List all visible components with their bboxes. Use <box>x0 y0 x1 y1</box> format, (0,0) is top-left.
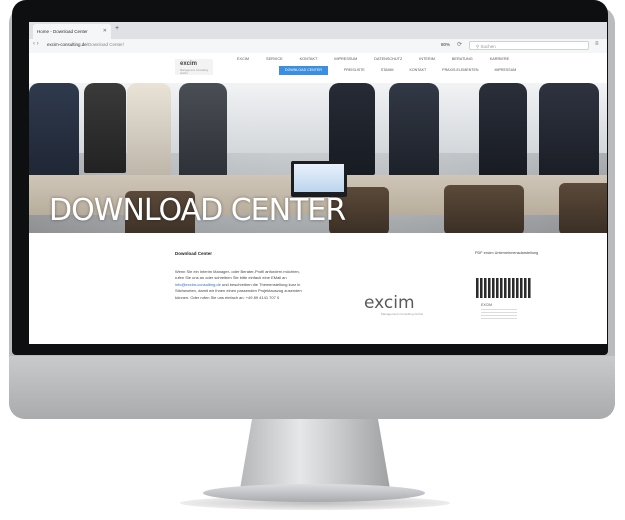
tab-title: Home - Download Center <box>37 29 88 34</box>
hero-laptop <box>291 161 347 197</box>
browser-tab[interactable]: Home - Download Center ✕ <box>33 24 111 39</box>
page-title: Download Center <box>175 251 213 256</box>
excim-logo: excim <box>364 293 415 313</box>
plus-icon[interactable]: + <box>115 25 119 32</box>
hero-chair <box>559 183 607 233</box>
nav-item[interactable]: BERATUNG <box>452 57 473 61</box>
url-field[interactable]: excim-consulting.de/Download Center/ <box>47 42 124 47</box>
subnav-item[interactable]: KONTAKT <box>409 66 426 75</box>
search-input[interactable]: ⚲ Suchen <box>469 41 589 50</box>
hero-person <box>389 83 439 183</box>
hero-person <box>29 83 79 183</box>
pdf-thumbnail[interactable] <box>476 278 532 298</box>
menu-icon[interactable]: ≡ <box>595 41 599 47</box>
monitor-stand-neck <box>240 419 390 489</box>
back-icon[interactable]: ‹ › <box>33 41 39 47</box>
pdf-caption: EXCIM <box>481 303 493 307</box>
nav-item[interactable]: DATENSCHUTZ <box>374 57 402 61</box>
hero-person <box>84 83 126 173</box>
top-navigation: EXCIM SERVICE KONTAKT IMPRESSUM DATENSCH… <box>237 57 526 61</box>
reload-icon[interactable]: ⟳ <box>457 41 462 48</box>
monitor-chin <box>9 356 615 419</box>
subnav-item[interactable]: STAMM <box>381 66 394 75</box>
nav-item[interactable]: KONTAKT <box>300 57 318 61</box>
sub-navigation: DOWNLOAD CENTER PREISLISTE STAMM KONTAKT… <box>279 66 532 75</box>
browser-address-bar: ‹ › excim-consulting.de/Download Center/… <box>29 39 607 54</box>
site-logo[interactable]: excim Management Consulting GmbH <box>175 59 213 75</box>
zoom-level[interactable]: 80% <box>441 42 450 47</box>
hero-chair <box>444 185 524 233</box>
laptop-screen <box>294 164 344 192</box>
content-area: Download Center Wenn Sie ein Interim Man… <box>29 233 607 344</box>
intro-text: Wenn Sie ein Interim Manager- oder Berat… <box>175 269 305 301</box>
hero-person <box>539 83 599 187</box>
subnav-item-download-center[interactable]: DOWNLOAD CENTER <box>279 66 328 75</box>
close-icon[interactable]: ✕ <box>103 24 107 39</box>
hero-title: DOWNLOAD CENTER <box>49 193 346 228</box>
hero-person <box>179 83 227 181</box>
pdf-text-lines <box>481 309 517 321</box>
subnav-item[interactable]: IMPRESSUM <box>495 66 517 75</box>
nav-item[interactable]: INTERIM <box>419 57 435 61</box>
logo-text: excim <box>180 61 198 67</box>
nav-item[interactable]: SERVICE <box>266 57 283 61</box>
logo-subtitle: Management Consulting GmbH <box>180 69 209 75</box>
monitor-stand-foot <box>203 484 425 502</box>
nav-item[interactable]: IMPRESSUM <box>334 57 357 61</box>
hero-banner: DOWNLOAD CENTER <box>29 83 607 233</box>
hero-person <box>479 83 527 179</box>
hero-person <box>127 83 171 178</box>
browser-screen: Home - Download Center ✕ + ‹ › excim-con… <box>29 22 607 344</box>
subnav-item[interactable]: PREISLISTE <box>344 66 365 75</box>
url-domain: excim-consulting.de <box>47 42 87 47</box>
browser-tab-bar: Home - Download Center ✕ + <box>29 22 607 39</box>
nav-item[interactable]: EXCIM <box>237 57 249 61</box>
site-header: excim Management Consulting GmbH EXCIM S… <box>29 53 607 83</box>
intro-text-part-1: Wenn Sie ein Interim Manager- oder Berat… <box>175 269 300 281</box>
nav-item[interactable]: KARRIERE <box>490 57 509 61</box>
url-path: /Download Center/ <box>86 42 125 47</box>
search-placeholder: Suchen <box>480 44 496 49</box>
subnav-item[interactable]: PRAXIS-ELEMENTEN <box>442 66 478 75</box>
email-link[interactable]: info@excim-consulting.de <box>175 282 221 287</box>
excim-logo-subtitle: Management Consulting GmbH <box>381 312 424 316</box>
pdf-download-label[interactable]: PDF excim Unternehmensdarstellung <box>475 251 538 255</box>
